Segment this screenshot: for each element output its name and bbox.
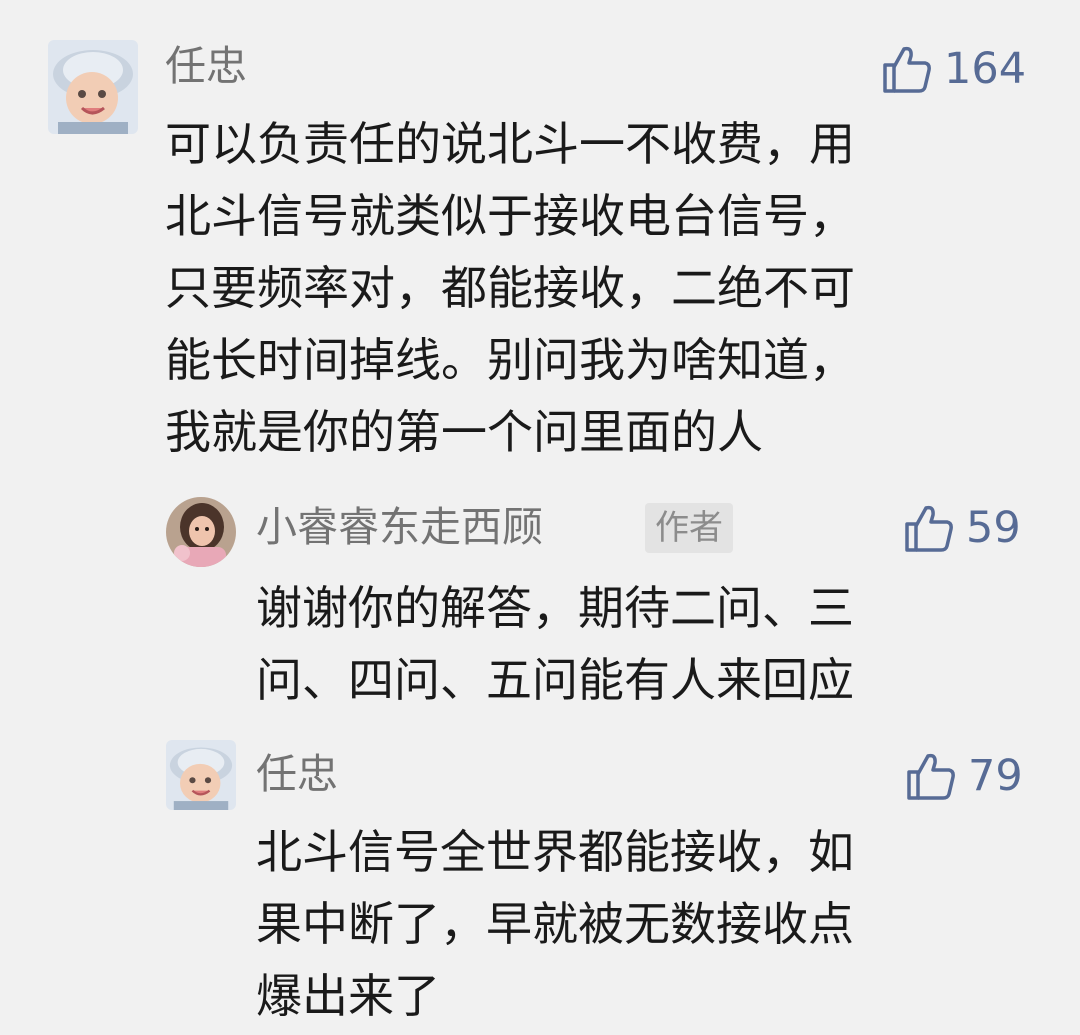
comment-author[interactable]: 任忠 bbox=[165, 46, 247, 87]
baby-avatar-icon bbox=[48, 40, 138, 134]
comment-author[interactable]: 小睿睿东走西顾 bbox=[256, 507, 543, 548]
comment-line: 北斗信号就类似于接收电台信号， bbox=[165, 189, 855, 243]
like-count: 59 bbox=[966, 502, 1021, 553]
like-count: 164 bbox=[944, 43, 1027, 94]
comment-line: 可以负责任的说北斗一不收费，用 bbox=[165, 117, 855, 171]
like-count: 79 bbox=[968, 750, 1023, 801]
user-avatar[interactable] bbox=[48, 40, 138, 134]
like-button[interactable]: 59 bbox=[904, 504, 1021, 552]
comment: 任忠 164 可以负责任的说北斗一不收费，用 北斗信号就类似于接收电台信号， 只… bbox=[0, 0, 1080, 470]
comment-line: 果中断了，早就被无数接收点 bbox=[256, 897, 854, 951]
comment-line: 爆出来了 bbox=[256, 969, 440, 1023]
comment-line: 问、四问、五问能有人来回应 bbox=[256, 653, 854, 707]
comment-author[interactable]: 任忠 bbox=[256, 754, 338, 795]
user-avatar[interactable] bbox=[166, 740, 236, 810]
author-badge: 作者 bbox=[645, 503, 733, 553]
thumbs-up-icon bbox=[905, 505, 953, 552]
thumbs-up-icon bbox=[907, 753, 955, 800]
comment-line: 我就是你的第一个问里面的人 bbox=[165, 405, 763, 459]
thumbs-up-icon bbox=[883, 46, 931, 93]
reply: 小睿睿东走西顾 作者 59 谢谢你的解答，期待二问、三 问、四问、五问能有人来回… bbox=[0, 480, 1080, 710]
comment-text: 北斗信号全世界都能接收，如 果中断了，早就被无数接收点 爆出来了 bbox=[256, 816, 854, 1032]
reply: 任忠 79 北斗信号全世界都能接收，如 果中断了，早就被无数接收点 爆出来了 bbox=[0, 730, 1080, 1035]
comment-text: 可以负责任的说北斗一不收费，用 北斗信号就类似于接收电台信号， 只要频率对，都能… bbox=[165, 108, 855, 468]
baby-avatar-icon bbox=[166, 740, 236, 810]
comment-line: 谢谢你的解答，期待二问、三 bbox=[256, 581, 854, 635]
comment-line: 北斗信号全世界都能接收，如 bbox=[256, 825, 854, 879]
comment-line: 只要频率对，都能接收，二绝不可 bbox=[165, 261, 855, 315]
like-button[interactable]: 79 bbox=[906, 752, 1023, 800]
comment-line: 能长时间掉线。别问我为啥知道， bbox=[165, 333, 855, 387]
like-button[interactable]: 164 bbox=[882, 45, 1026, 93]
girl-avatar-icon bbox=[166, 497, 236, 567]
comment-text: 谢谢你的解答，期待二问、三 问、四问、五问能有人来回应 bbox=[256, 572, 854, 716]
user-avatar[interactable] bbox=[166, 497, 236, 567]
